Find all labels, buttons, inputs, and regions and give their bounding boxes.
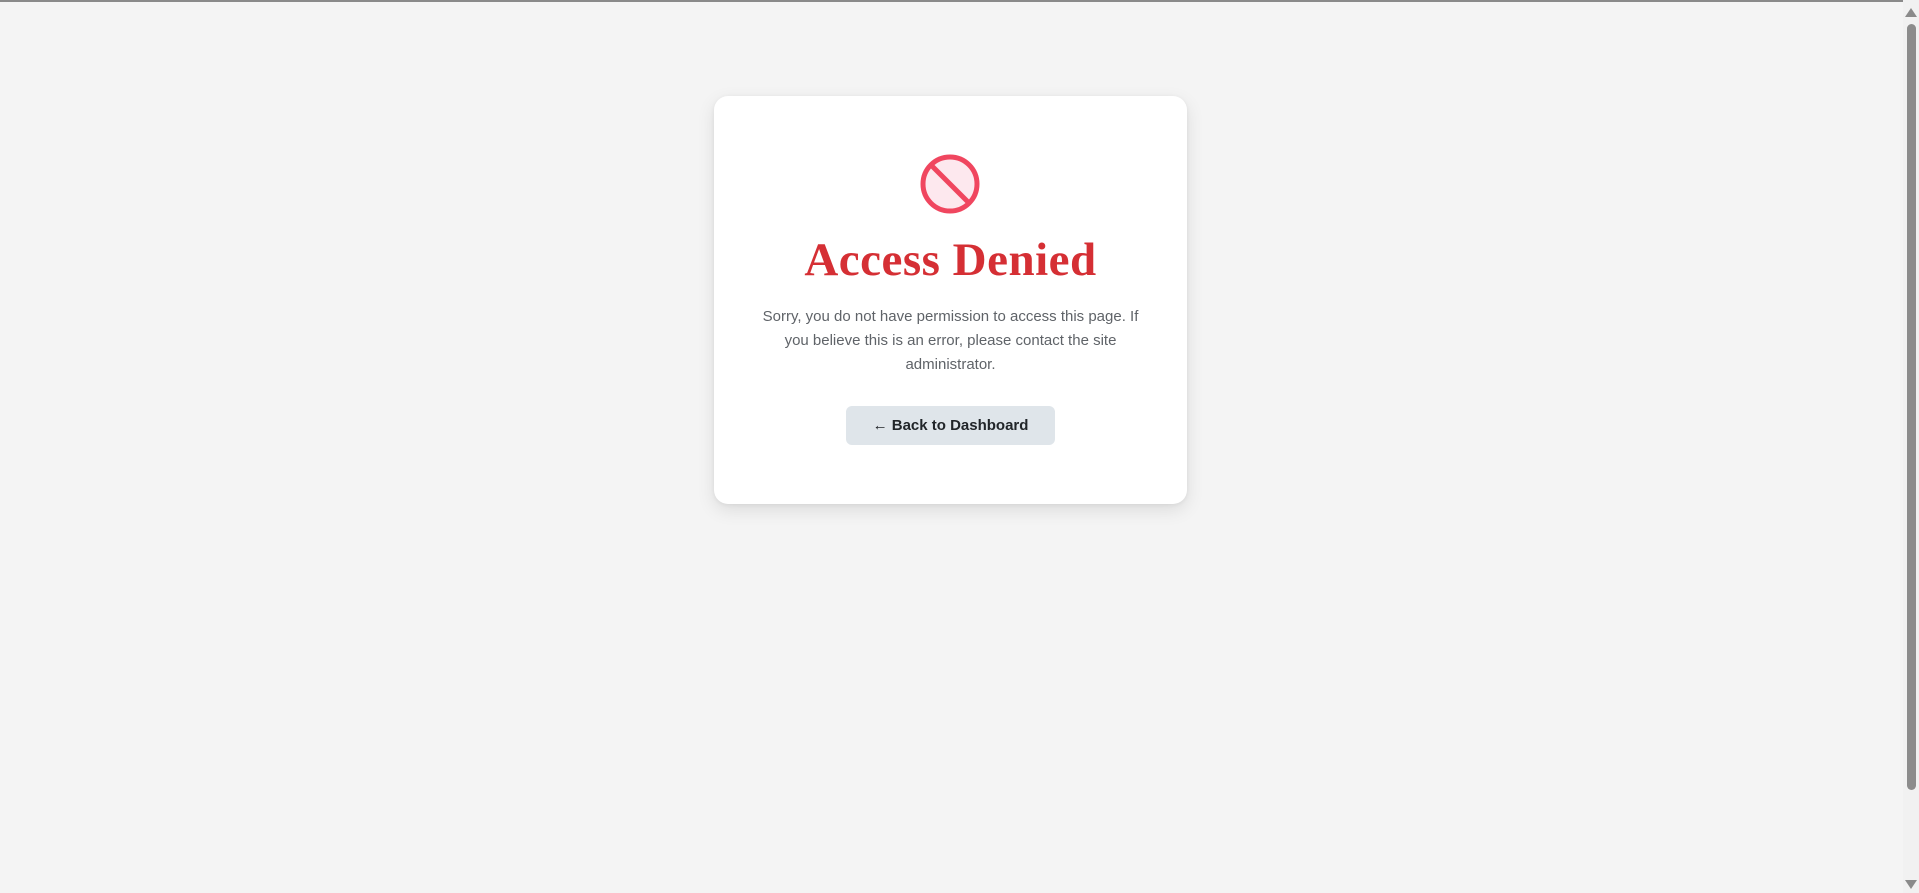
scroll-down-arrow-icon[interactable] [1905,880,1917,889]
no-entry-icon [920,154,980,214]
back-to-dashboard-button[interactable]: ← Back to Dashboard [846,406,1055,445]
scrollbar-thumb[interactable] [1907,24,1916,790]
access-denied-card: Access Denied Sorry, you do not have per… [714,96,1187,504]
scroll-up-arrow-icon[interactable] [1905,8,1917,17]
error-message: Sorry, you do not have permission to acc… [762,308,1139,373]
page-title: Access Denied [804,234,1097,286]
vertical-scrollbar[interactable] [1903,0,1919,893]
page-viewport: Access Denied Sorry, you do not have per… [0,2,1903,893]
